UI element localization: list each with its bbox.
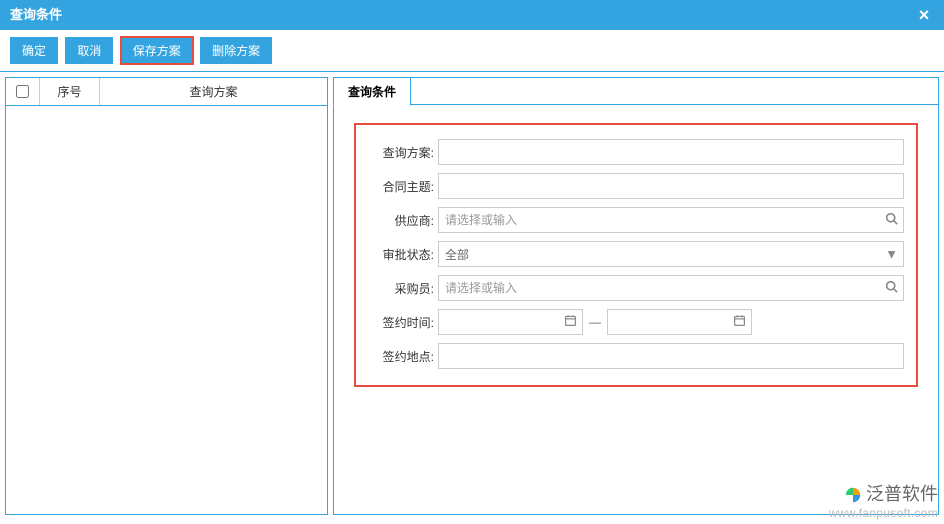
plan-list-panel: 序号 查询方案	[5, 77, 328, 515]
plan-list-header: 序号 查询方案	[6, 78, 327, 106]
brand-name: 泛普软件	[866, 484, 938, 506]
condition-panel: 查询条件 查询方案: 合同主题: 供应商:	[333, 77, 939, 515]
plan-input[interactable]	[438, 139, 904, 165]
confirm-button[interactable]: 确定	[10, 37, 58, 64]
sign-place-input[interactable]	[438, 343, 904, 369]
tab-conditions[interactable]: 查询条件	[333, 77, 411, 106]
dialog-title: 查询条件	[10, 0, 62, 30]
approval-select[interactable]	[438, 241, 904, 267]
label-plan: 查询方案:	[368, 144, 438, 161]
condition-form: 查询方案: 合同主题: 供应商:	[354, 123, 918, 387]
buyer-input[interactable]	[438, 275, 904, 301]
cancel-button[interactable]: 取消	[65, 37, 113, 64]
brand-url: www.fanpusoft.com	[829, 506, 938, 520]
label-approval: 审批状态:	[368, 246, 438, 263]
toolbar: 确定 取消 保存方案 删除方案	[0, 30, 944, 72]
label-subject: 合同主题:	[368, 178, 438, 195]
sign-date-to[interactable]	[607, 309, 752, 335]
header-checkbox-cell	[6, 78, 40, 105]
brand-logo-icon	[844, 486, 862, 504]
select-all-checkbox[interactable]	[16, 85, 29, 98]
delete-plan-button[interactable]: 删除方案	[200, 37, 272, 64]
save-plan-button[interactable]: 保存方案	[121, 37, 193, 64]
sign-date-from[interactable]	[438, 309, 583, 335]
header-plan-name: 查询方案	[100, 78, 327, 105]
titlebar: 查询条件 ×	[0, 0, 944, 30]
subject-input[interactable]	[438, 173, 904, 199]
content-area: 序号 查询方案 查询条件 查询方案: 合同主题: 供应商:	[0, 72, 944, 520]
label-buyer: 采购员:	[368, 280, 438, 297]
header-seq: 序号	[40, 78, 100, 105]
close-icon[interactable]: ×	[914, 0, 934, 30]
supplier-input[interactable]	[438, 207, 904, 233]
date-separator: —	[587, 315, 603, 329]
label-supplier: 供应商:	[368, 212, 438, 229]
label-sign-place: 签约地点:	[368, 348, 438, 365]
watermark: 泛普软件 www.fanpusoft.com	[829, 484, 938, 520]
label-sign-time: 签约时间:	[368, 314, 438, 331]
